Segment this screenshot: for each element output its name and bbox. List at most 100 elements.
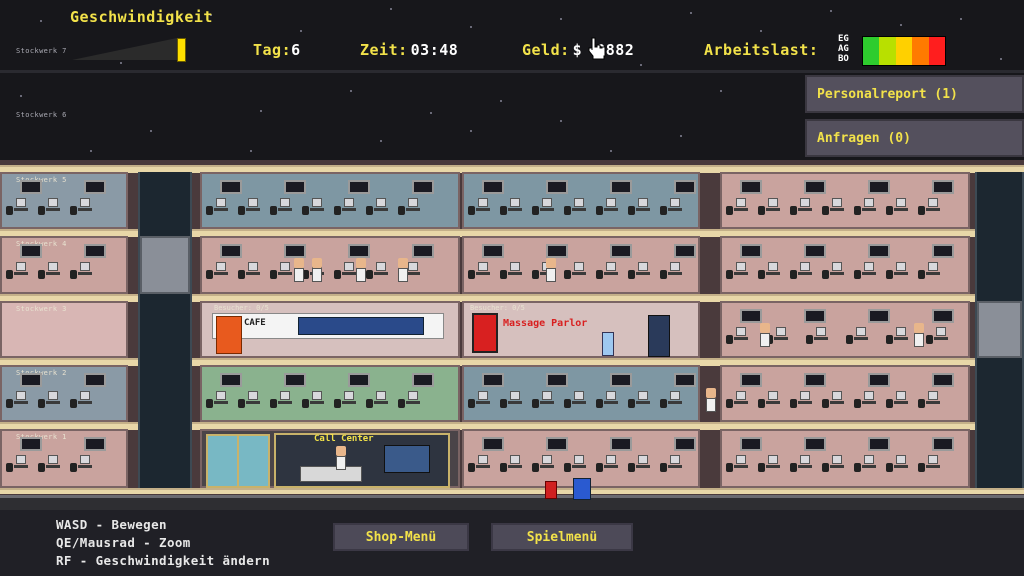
office-chair (790, 399, 797, 408)
office-chair (886, 399, 893, 408)
money-label: Geld: (522, 41, 570, 59)
office-chair (822, 270, 829, 279)
office-chair (500, 399, 507, 408)
office-chair (398, 206, 405, 215)
reception-desk (300, 466, 362, 482)
office-chair (726, 206, 733, 215)
office-chair (270, 399, 277, 408)
computer-monitor (670, 391, 680, 400)
workload-row-label-0: EG (838, 34, 849, 44)
office-desk (926, 272, 940, 275)
employee-sprite[interactable] (312, 258, 322, 282)
office-chair (854, 206, 861, 215)
office-chair (790, 206, 797, 215)
computer-monitor (896, 455, 906, 464)
office-chair (206, 399, 213, 408)
star (560, 18, 562, 20)
office-chair (6, 399, 13, 408)
office-chair (758, 463, 765, 472)
workload-segment (912, 55, 929, 65)
office-chair (886, 335, 893, 344)
employee-body (546, 268, 556, 282)
office-chair (532, 463, 539, 472)
employee-sprite[interactable] (706, 388, 716, 412)
office-desk (374, 208, 388, 211)
massage-visitors: Besucher: 0/5 (470, 304, 525, 312)
computer-monitor (928, 198, 938, 207)
office-chair (726, 399, 733, 408)
speed-slider-track[interactable] (72, 38, 177, 60)
computer-monitor (736, 198, 746, 207)
office-window (740, 437, 762, 451)
office-window (348, 373, 370, 387)
office-chair (564, 270, 571, 279)
star (90, 150, 92, 152)
personal-report-button[interactable]: Personalreport (1) (805, 75, 1024, 113)
elevator-car[interactable] (140, 236, 190, 294)
office-chair (846, 335, 853, 344)
computer-monitor (48, 198, 58, 207)
employee-sprite[interactable] (336, 446, 346, 470)
time-value: 03:48 (410, 41, 459, 59)
computer-monitor (510, 262, 520, 271)
computer-monitor (800, 198, 810, 207)
speed-slider-knob[interactable] (177, 38, 186, 62)
office-chair (366, 270, 373, 279)
office-window (804, 180, 826, 194)
computer-monitor (542, 391, 552, 400)
employee-sprite[interactable] (356, 258, 366, 282)
office-chair (70, 399, 77, 408)
computer-monitor (832, 391, 842, 400)
star (40, 20, 42, 22)
office-desk (214, 208, 228, 211)
office-chair (596, 206, 603, 215)
office-window (868, 180, 890, 194)
office-window (610, 437, 632, 451)
office-window (284, 180, 306, 194)
office-desk (78, 208, 92, 211)
office-desk (830, 465, 844, 468)
office-chair (660, 399, 667, 408)
office-chair (822, 399, 829, 408)
employee-sprite[interactable] (398, 258, 408, 282)
office-chair (926, 335, 933, 344)
office-desk (604, 401, 618, 404)
employee-sprite[interactable] (294, 258, 304, 282)
office-window (84, 180, 106, 194)
computer-monitor (864, 455, 874, 464)
shop-menu-button[interactable]: Shop-Menü (333, 523, 469, 551)
employee-sprite[interactable] (914, 323, 924, 347)
computer-monitor (48, 455, 58, 464)
workload-segment (928, 55, 946, 65)
employee-sprite[interactable] (760, 323, 770, 347)
computer-monitor (216, 391, 226, 400)
office-chair (366, 399, 373, 408)
office-desk (46, 401, 60, 404)
elevator-car[interactable] (977, 301, 1022, 358)
computer-monitor (606, 198, 616, 207)
office-chair (6, 206, 13, 215)
computer-monitor (928, 262, 938, 271)
employee-sprite[interactable] (546, 258, 556, 282)
office-desk (636, 465, 650, 468)
office-desk (78, 272, 92, 275)
office-window (610, 244, 632, 258)
office-desk (894, 465, 908, 468)
office-chair (70, 206, 77, 215)
office-desk (926, 401, 940, 404)
computer-monitor (864, 391, 874, 400)
massage-door (472, 313, 498, 353)
requests-button[interactable]: Anfragen (0) (805, 119, 1024, 157)
star (380, 140, 382, 142)
game-menu-button[interactable]: Spielmenü (491, 523, 633, 551)
office-window (84, 437, 106, 451)
office-desk (894, 337, 908, 340)
star (720, 90, 722, 92)
computer-monitor (16, 198, 26, 207)
call-center-sign: Call Center (314, 434, 374, 444)
office-desk (734, 272, 748, 275)
star (680, 135, 682, 137)
office-chair (564, 399, 571, 408)
office-window (740, 180, 762, 194)
hud-divider (0, 70, 1024, 73)
